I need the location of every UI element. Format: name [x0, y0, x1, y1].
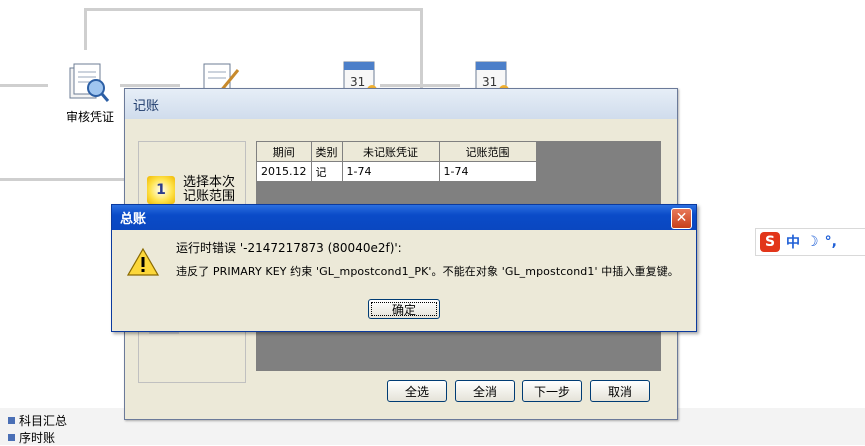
next-step-button[interactable]: 下一步 — [522, 380, 582, 402]
posting-table: 期间 类别 未记账凭证 记账范围 2015.12 记 1-74 1-74 — [256, 141, 537, 182]
svg-text:31: 31 — [350, 75, 365, 89]
ime-mode[interactable]: 中 — [786, 232, 800, 252]
flow-line-right-vertical — [420, 8, 423, 88]
svg-text:31: 31 — [482, 75, 497, 89]
nav-item-label: 科目汇总 — [19, 414, 68, 428]
flow-line-mid-2 — [120, 84, 180, 87]
ok-button[interactable]: 确定 — [368, 299, 440, 319]
nav-item-journal[interactable]: 序时账 — [8, 429, 55, 446]
flow-line-left-vertical — [84, 8, 87, 50]
column-header[interactable]: 未记账凭证 — [341, 141, 440, 162]
moon-icon[interactable]: ☽ — [806, 234, 819, 250]
table-row[interactable]: 2015.12 记 1-74 1-74 — [256, 161, 537, 182]
dialog-title: 总账 — [120, 212, 147, 227]
flow-line-top — [84, 8, 422, 11]
window-title: 记账 — [133, 98, 160, 114]
nav-bullet-icon — [8, 434, 15, 441]
step-one-icon: 1 — [147, 176, 175, 204]
audit-voucher-label[interactable]: 审核凭证 — [66, 108, 114, 125]
nav-item-subject-summary[interactable]: 科目汇总 — [8, 412, 67, 429]
dialog-titlebar: 总账 — [112, 205, 696, 230]
select-all-button[interactable]: 全选 — [387, 380, 447, 402]
warning-icon — [126, 247, 160, 277]
table-header-row: 期间 类别 未记账凭证 记账范围 — [256, 141, 537, 162]
table-cell[interactable]: 记 — [310, 161, 343, 182]
nav-item-label: 序时账 — [19, 431, 56, 445]
column-header[interactable]: 记账范围 — [438, 141, 537, 162]
step-label: 选择本次记账范围 — [183, 175, 236, 204]
clear-all-button[interactable]: 全消 — [455, 380, 515, 402]
flow-line-mid-3 — [380, 84, 460, 87]
audit-voucher-icon[interactable] — [68, 62, 110, 104]
window-titlebar: 记账 — [125, 89, 677, 119]
close-icon[interactable]: ✕ — [671, 208, 692, 229]
punctuation-toggle[interactable]: °, — [825, 234, 837, 250]
error-message-line1: 运行时错误 '-2147217873 (80040e2f)': — [176, 241, 402, 255]
nav-bullet-icon — [8, 417, 15, 424]
ime-toolbar[interactable]: S 中 ☽ °, — [755, 228, 865, 256]
cancel-button[interactable]: 取消 — [590, 380, 650, 402]
table-cell[interactable]: 1-74 — [341, 161, 440, 182]
error-message-line2: 违反了 PRIMARY KEY 约束 'GL_mpostcond1_PK'。不能… — [176, 265, 679, 278]
sogou-logo-icon[interactable]: S — [760, 232, 780, 252]
column-header[interactable]: 类别 — [310, 141, 343, 162]
table-cell[interactable]: 2015.12 — [256, 161, 312, 182]
flow-line-middle — [0, 84, 48, 87]
table-cell[interactable]: 1-74 — [438, 161, 537, 182]
flow-line-lower — [0, 178, 124, 181]
column-header[interactable]: 期间 — [256, 141, 312, 162]
error-dialog: 总账 ✕ 运行时错误 '-2147217873 (80040e2f)': 违反了… — [111, 204, 697, 332]
